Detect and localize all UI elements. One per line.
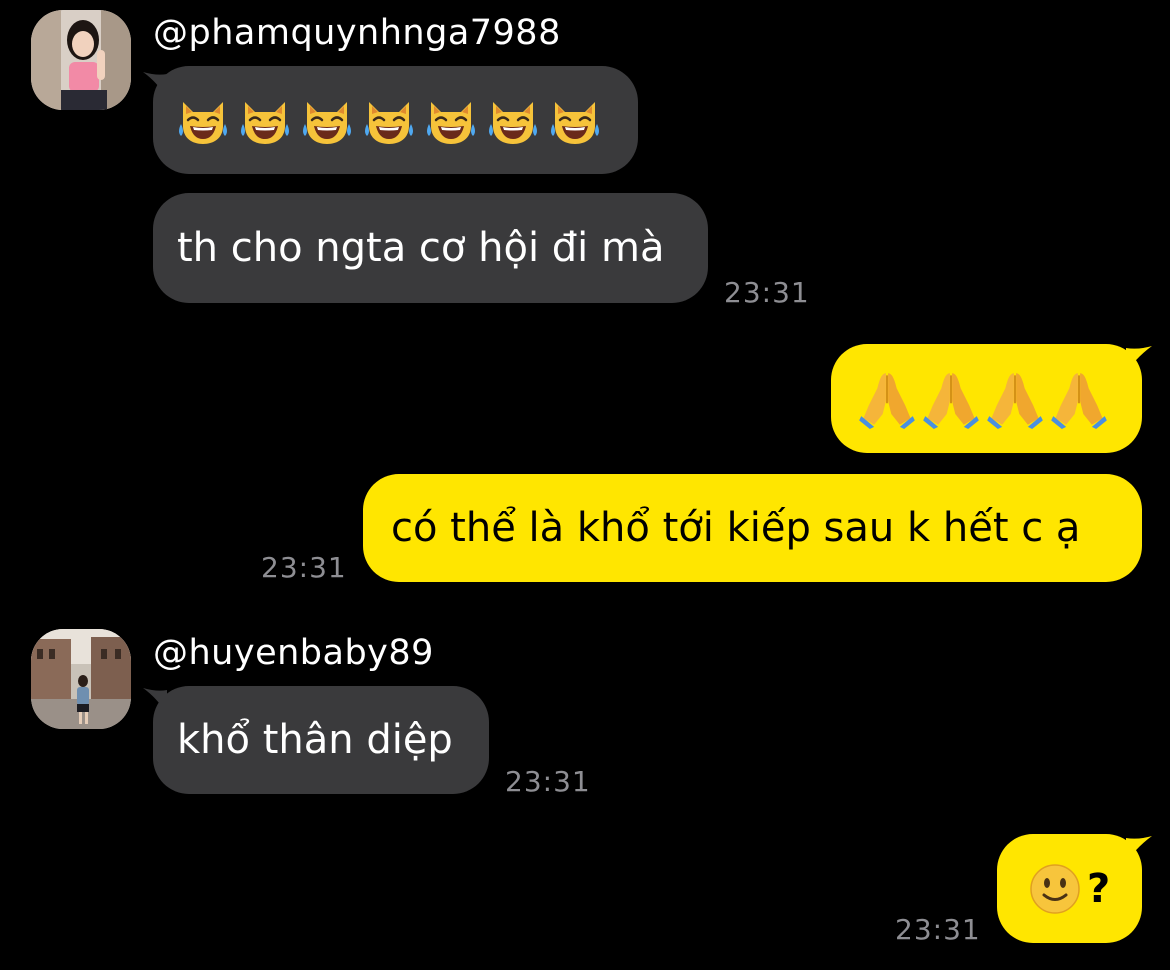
slightly-smiling-face-icon: [1029, 863, 1081, 915]
crying-laughing-cat-icon: [363, 94, 415, 146]
message-bubble-emoji[interactable]: [831, 344, 1152, 453]
folded-hands-icon: [859, 369, 915, 429]
avatar[interactable]: [31, 629, 131, 729]
crying-laughing-cat-icon: [549, 94, 601, 146]
bubble-tail: [143, 688, 167, 714]
message-bubble[interactable]: ?: [997, 834, 1152, 943]
message-timestamp: 23:31: [261, 551, 347, 584]
message-timestamp: 23:31: [895, 913, 981, 946]
message-text: ?: [1087, 865, 1111, 912]
bubble-tail: [1126, 346, 1152, 372]
avatar-photo-street: [31, 629, 131, 729]
message-timestamp: 23:31: [724, 276, 810, 309]
emoji-row: [177, 94, 601, 146]
crying-laughing-cat-icon: [425, 94, 477, 146]
message-bubble[interactable]: có thể là khổ tới kiếp sau k hết c ạ: [363, 474, 1142, 582]
folded-hands-icon: [1051, 369, 1107, 429]
bubble-tail: [143, 72, 167, 98]
crying-laughing-cat-icon: [239, 94, 291, 146]
crying-laughing-cat-icon: [487, 94, 539, 146]
message-bubble[interactable]: khổ thân diệp: [143, 686, 489, 794]
sender-username[interactable]: @phamquynhnga7988: [153, 13, 561, 53]
avatar[interactable]: [31, 10, 131, 110]
avatar-photo-woman: [31, 10, 131, 110]
bubble-tail: [1126, 836, 1152, 862]
crying-laughing-cat-icon: [177, 94, 229, 146]
message-text: có thể là khổ tới kiếp sau k hết c ạ: [391, 505, 1081, 551]
message-timestamp: 23:31: [505, 765, 591, 798]
message-bubble-emoji[interactable]: [143, 66, 638, 174]
message-text: khổ thân diệp: [177, 717, 453, 763]
emoji-row: [859, 369, 1107, 429]
message-text: th cho ngta cơ hội đi mà: [177, 225, 665, 271]
folded-hands-icon: [923, 369, 979, 429]
crying-laughing-cat-icon: [301, 94, 353, 146]
sender-username[interactable]: @huyenbaby89: [153, 633, 434, 673]
message-bubble[interactable]: th cho ngta cơ hội đi mà: [153, 193, 708, 303]
folded-hands-icon: [987, 369, 1043, 429]
